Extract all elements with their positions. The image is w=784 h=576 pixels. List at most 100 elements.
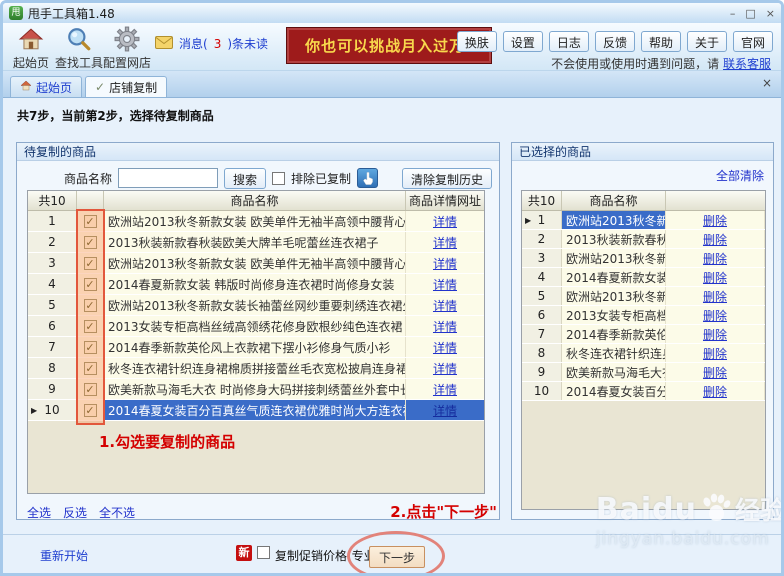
tab-home[interactable]: 起始页: [10, 76, 83, 97]
detail-link[interactable]: 详情: [433, 255, 457, 272]
tab-shop-copy[interactable]: ✓ 店铺复制: [85, 76, 168, 97]
row-number-cell: ▶ 6: [28, 316, 77, 336]
detail-link[interactable]: 详情: [433, 402, 457, 419]
row-checkbox-checked[interactable]: ✓: [83, 382, 97, 396]
product-name-cell: 2014春夏新款女装 韩版时尚修身连衣裙时尚修身女装: [104, 274, 406, 294]
product-name-input[interactable]: [118, 168, 219, 188]
select-all-link[interactable]: 全选: [27, 504, 51, 521]
row-number: 8: [48, 361, 56, 375]
toolbar-button[interactable]: 设置: [502, 31, 543, 52]
toolbar-button[interactable]: 换肤: [456, 31, 497, 52]
exclude-copied-checkbox[interactable]: [272, 171, 286, 185]
row-number-cell: ▶ 2: [28, 232, 77, 252]
delete-link[interactable]: 删除: [703, 212, 727, 229]
tab-close-icon[interactable]: ×: [762, 76, 772, 90]
row-checkbox-checked[interactable]: ✓: [83, 361, 97, 375]
clear-copy-history-button[interactable]: 清除复制历史: [401, 167, 492, 189]
table-row[interactable]: ▶ 7 ✓ 2014春季新款英伦风上衣款裙下摆小衫修身气质小衫 详情: [28, 337, 484, 358]
clear-all-link[interactable]: 全部清除: [716, 167, 764, 184]
row-checkbox-checked[interactable]: ✓: [83, 340, 97, 354]
left-panel-title: 待复制的商品: [17, 143, 499, 161]
detail-link[interactable]: 详情: [433, 213, 457, 230]
detail-link[interactable]: 详情: [433, 297, 457, 314]
toolbar-item-home[interactable]: 起始页: [7, 25, 55, 71]
message-text-suffix: )条未读: [227, 37, 269, 51]
delete-link[interactable]: 删除: [703, 307, 727, 324]
content-area: 共7步，当前第2步，选择待复制商品 待复制的商品 商品名称 搜索 排除已复制 清…: [3, 99, 781, 573]
table-row[interactable]: ▶ 3 ✓ 欧洲站2013秋冬新款女装 欧美单件无袖半高领中腰背心裙短裙 详情: [28, 253, 484, 274]
detail-link[interactable]: 详情: [433, 276, 457, 293]
delete-column-header: [666, 191, 765, 210]
table-row[interactable]: ▶ 8 秋冬连衣裙针织连身... 删除: [522, 344, 765, 363]
table-row[interactable]: ▶ 6 ✓ 2013女装专柜高档丝绒高领绣花修身欧根纱纯色连衣裙 详情: [28, 316, 484, 337]
delete-link[interactable]: 删除: [703, 345, 727, 362]
message-link[interactable]: 消息( 3 )条未读: [155, 35, 268, 52]
delete-link[interactable]: 删除: [703, 326, 727, 343]
toolbar-button[interactable]: 帮助: [640, 31, 681, 52]
close-button[interactable]: ×: [766, 7, 775, 20]
table-row[interactable]: ▶ 8 ✓ 秋冬连衣裙针织连身裙棉质拼接蕾丝毛衣宽松披肩连身裙明星气质款 详情: [28, 358, 484, 379]
table-row[interactable]: ▶ 10 2014春夏女装百分百... 删除: [522, 382, 765, 401]
maximize-button[interactable]: □: [745, 7, 755, 20]
selection-links: 全选 反选 全不选: [27, 504, 135, 521]
restart-link[interactable]: 重新开始: [40, 547, 88, 564]
toolbar-button[interactable]: 反馈: [594, 31, 635, 52]
product-name-cell: 2013女装专柜高档丝...: [562, 306, 666, 324]
table-row[interactable]: ▶ 5 ✓ 欧洲站2013秋冬新款女装长袖蕾丝网纱重要刺绣连衣裙少妇气质女装 详…: [28, 295, 484, 316]
toolbar-item-find-tool[interactable]: 查找工具: [55, 25, 103, 71]
product-name-label: 商品名称: [64, 171, 113, 186]
delete-link[interactable]: 删除: [703, 364, 727, 381]
invert-select-link[interactable]: 反选: [63, 504, 87, 521]
row-number: 5: [537, 289, 546, 303]
product-name-cell: 2013秋装新款春秋装欧美大牌羊毛呢蕾丝连衣裙子: [104, 232, 406, 252]
table-row[interactable]: ▶ 5 欧洲站2013秋冬新款... 删除: [522, 287, 765, 306]
table-row[interactable]: ▶ 1 欧洲站2013秋冬新款... 删除: [522, 211, 765, 230]
toolbar-button[interactable]: 日志: [548, 31, 589, 52]
select-none-link[interactable]: 全不选: [99, 504, 135, 521]
table-row[interactable]: ▶ 1 ✓ 欧洲站2013秋冬新款女装 欧美单件无袖半高领中腰背心裙短裙 详情: [28, 211, 484, 232]
row-checkbox-checked[interactable]: ✓: [83, 256, 97, 270]
detail-link[interactable]: 详情: [433, 339, 457, 356]
row-checkbox-cell: ✓: [77, 211, 104, 231]
table-row[interactable]: ▶ 4 2014春夏新款女装 ... 删除: [522, 268, 765, 287]
product-name-cell: 2014春季新款英伦风上衣款裙下摆小衫修身气质小衫: [104, 337, 406, 357]
row-checkbox-checked[interactable]: ✓: [83, 277, 97, 291]
table-row[interactable]: ▶ 9 欧美新款马海毛大衣 ... 删除: [522, 363, 765, 382]
row-checkbox-checked[interactable]: ✓: [83, 403, 97, 417]
delete-link[interactable]: 删除: [703, 383, 727, 400]
delete-link[interactable]: 删除: [703, 231, 727, 248]
toolbar-item-config-shop[interactable]: 配置网店: [103, 25, 151, 71]
row-checkbox-checked[interactable]: ✓: [83, 235, 97, 249]
table-row[interactable]: ▶ 7 2014春季新款英伦风... 删除: [522, 325, 765, 344]
row-number-cell: ▶ 9: [28, 379, 77, 399]
detail-link[interactable]: 详情: [433, 318, 457, 335]
row-number-cell: ▶ 3: [522, 249, 562, 267]
row-number: 10: [44, 403, 60, 417]
delete-link[interactable]: 删除: [703, 250, 727, 267]
detail-link[interactable]: 详情: [433, 381, 457, 398]
table-row[interactable]: ▶ 3 欧洲站2013秋冬新款... 删除: [522, 249, 765, 268]
next-step-button[interactable]: 下一步: [369, 546, 425, 568]
search-button[interactable]: 搜索: [224, 167, 267, 189]
toolbar-button[interactable]: 关于: [686, 31, 727, 52]
table-row[interactable]: ▶ 2 ✓ 2013秋装新款春秋装欧美大牌羊毛呢蕾丝连衣裙子 详情: [28, 232, 484, 253]
table-row[interactable]: ▶ 2 2013秋装新款春秋装... 删除: [522, 230, 765, 249]
row-checkbox-checked[interactable]: ✓: [83, 319, 97, 333]
toolbar-button[interactable]: 官网: [732, 31, 773, 52]
hand-help-icon[interactable]: [357, 168, 379, 188]
detail-link[interactable]: 详情: [433, 234, 457, 251]
row-checkbox-checked[interactable]: ✓: [83, 214, 97, 228]
row-number-cell: ▶ 7: [522, 325, 562, 343]
table-row[interactable]: ▶ 4 ✓ 2014春夏新款女装 韩版时尚修身连衣裙时尚修身女装 详情: [28, 274, 484, 295]
table-row[interactable]: ▶ 6 2013女装专柜高档丝... 删除: [522, 306, 765, 325]
copy-promo-price-checkbox[interactable]: [257, 546, 270, 559]
delete-link[interactable]: 删除: [703, 269, 727, 286]
row-checkbox-checked[interactable]: ✓: [83, 298, 97, 312]
delete-link[interactable]: 删除: [703, 288, 727, 305]
table-row[interactable]: ▶ 10 ✓ 2014春夏女装百分百真丝气质连衣裙优雅时尚大方连衣裙爆款女装 详…: [28, 400, 484, 421]
contact-support-link[interactable]: 联系客服: [723, 57, 771, 71]
row-number: 1: [537, 213, 546, 227]
detail-link[interactable]: 详情: [433, 360, 457, 377]
table-row[interactable]: ▶ 9 ✓ 欧美新款马海毛大衣 时尚修身大码拼接刺绣蕾丝外套中长款风衣 女 详情: [28, 379, 484, 400]
minimize-button[interactable]: –: [730, 7, 736, 20]
